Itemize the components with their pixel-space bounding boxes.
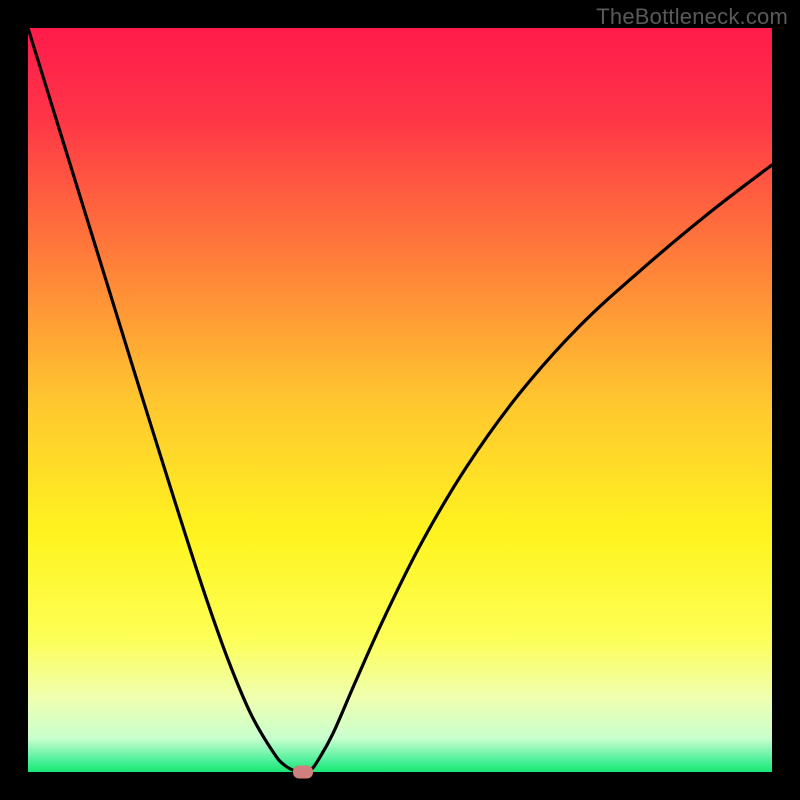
minimum-marker: [293, 766, 313, 779]
chart-canvas: [0, 0, 800, 800]
watermark-text: TheBottleneck.com: [596, 4, 788, 30]
gradient-background: [28, 28, 772, 772]
chart-frame: TheBottleneck.com: [0, 0, 800, 800]
